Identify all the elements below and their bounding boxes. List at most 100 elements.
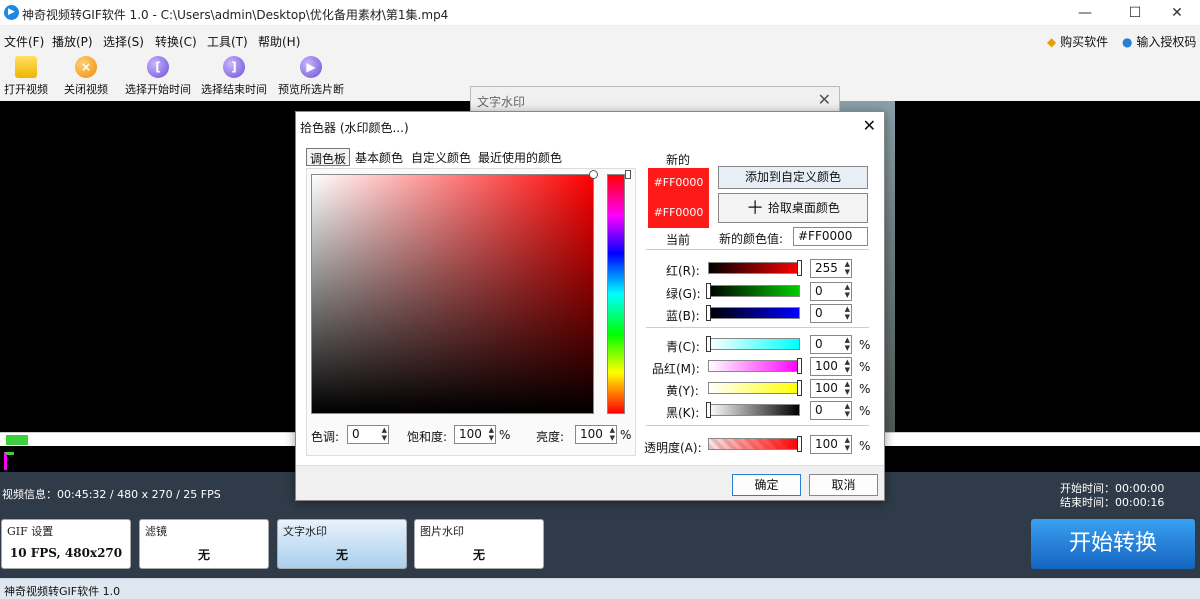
magenta-label: 品红(M): bbox=[652, 362, 700, 376]
menu-file[interactable]: 文件(F) bbox=[4, 33, 44, 50]
alpha-slider-thumb[interactable] bbox=[797, 436, 802, 452]
red-label: 红(R): bbox=[666, 264, 700, 278]
alpha-slider[interactable] bbox=[708, 436, 802, 452]
minimize-button[interactable]: — bbox=[1062, 0, 1108, 26]
blue-slider-thumb[interactable] bbox=[706, 305, 711, 321]
black-spinbox[interactable]: 0 ▲ ▼ bbox=[810, 401, 852, 420]
alpha-spinbox[interactable]: 100 ▲ ▼ bbox=[810, 435, 852, 454]
yellow-slider-thumb[interactable] bbox=[797, 380, 802, 396]
magenta-unit: % bbox=[859, 360, 871, 374]
menu-tools[interactable]: 工具(T) bbox=[207, 33, 248, 50]
red-slider[interactable] bbox=[708, 260, 802, 276]
window-title: 神奇视频转GIF软件 1.0 - C:\Users\admin\Desktop\… bbox=[22, 8, 449, 22]
magenta-spinbox[interactable]: 100 ▲ ▼ bbox=[810, 357, 852, 376]
current-color-swatch: #FF0000 bbox=[648, 198, 709, 228]
yellow-slider[interactable] bbox=[708, 380, 802, 396]
yellow-spinbox[interactable]: 100 ▲ ▼ bbox=[810, 379, 852, 398]
yellow-unit: % bbox=[859, 382, 871, 396]
divider bbox=[646, 327, 869, 328]
start-convert-button[interactable]: 开始转换 bbox=[1031, 519, 1195, 569]
hue-thumb[interactable] bbox=[625, 170, 631, 179]
text-watermark-card[interactable]: 文字水印 无 bbox=[277, 519, 407, 569]
hue-label: 色调: bbox=[311, 430, 340, 444]
tab-basic-colors[interactable]: 基本颜色 bbox=[352, 148, 406, 166]
saturation-brightness-square[interactable] bbox=[311, 170, 598, 414]
select-end-time-button[interactable]: ] 选择结束时间 bbox=[198, 56, 270, 97]
buy-software-link[interactable]: ◆ 购买软件 bbox=[1047, 33, 1108, 50]
menu-play[interactable]: 播放(P) bbox=[52, 33, 93, 50]
close-icon[interactable]: ✕ bbox=[818, 90, 831, 109]
select-start-time-button[interactable]: [ 选择开始时间 bbox=[122, 56, 194, 97]
selected-range bbox=[6, 435, 28, 445]
new-color-value-label: 新的颜色值: bbox=[719, 232, 784, 246]
pick-desktop-color-button[interactable]: ＋ 拾取桌面颜色 bbox=[718, 193, 868, 223]
saturation-unit: % bbox=[499, 428, 511, 442]
end-bracket-icon: ] bbox=[223, 56, 245, 78]
add-to-custom-colors-button[interactable]: 添加到自定义颜色 bbox=[718, 166, 868, 189]
blue-spinbox[interactable]: 0 ▲ ▼ bbox=[810, 304, 852, 323]
menu-convert[interactable]: 转换(C) bbox=[155, 33, 197, 50]
range-marker[interactable] bbox=[4, 452, 14, 470]
hue-strip[interactable] bbox=[607, 170, 631, 414]
divider bbox=[646, 425, 869, 426]
green-slider[interactable] bbox=[706, 283, 800, 299]
cyan-slider[interactable] bbox=[706, 336, 800, 352]
dialog-title: 拾色器 (水印颜色...) bbox=[300, 121, 409, 135]
close-video-button[interactable]: × 关闭视频 bbox=[50, 56, 122, 97]
alpha-unit: % bbox=[859, 439, 871, 453]
green-spinbox[interactable]: 0 ▲ ▼ bbox=[810, 282, 852, 301]
tab-custom-colors[interactable]: 自定义颜色 bbox=[408, 148, 474, 166]
blue-label: 蓝(B): bbox=[666, 309, 700, 323]
red-spinbox[interactable]: 255 ▲ ▼ bbox=[810, 259, 852, 278]
preview-selection-button[interactable]: ▶ 预览所选片断 bbox=[275, 56, 347, 97]
close-icon[interactable]: ✕ bbox=[863, 116, 876, 135]
magenta-slider[interactable] bbox=[708, 358, 802, 374]
black-slider-thumb[interactable] bbox=[706, 402, 711, 418]
cancel-button[interactable]: 取消 bbox=[809, 474, 878, 496]
enter-license-link[interactable]: ● 输入授权码 bbox=[1122, 33, 1196, 50]
play-icon: ▶ bbox=[300, 56, 322, 78]
crosshair-icon: ＋ bbox=[746, 198, 765, 219]
red-slider-thumb[interactable] bbox=[797, 260, 802, 276]
square-cursor[interactable] bbox=[589, 170, 598, 179]
cyan-slider-thumb[interactable] bbox=[706, 336, 711, 352]
gif-settings-card[interactable]: GIF 设置 10 FPS, 480x270 bbox=[1, 519, 131, 569]
brightness-unit: % bbox=[620, 428, 632, 442]
menu-help[interactable]: 帮助(H) bbox=[258, 33, 300, 50]
tab-palette[interactable]: 调色板 bbox=[306, 148, 351, 166]
black-slider[interactable] bbox=[706, 402, 800, 418]
hue-spinbox[interactable]: 0 ▲ ▼ bbox=[347, 425, 389, 444]
maximize-button[interactable]: ☐ bbox=[1112, 0, 1158, 26]
black-label: 黑(K): bbox=[666, 406, 700, 420]
user-icon: ● bbox=[1122, 35, 1133, 49]
blue-slider[interactable] bbox=[706, 305, 800, 321]
menu-select[interactable]: 选择(S) bbox=[103, 33, 144, 50]
diamond-icon: ◆ bbox=[1047, 35, 1057, 49]
saturation-spinbox[interactable]: 100 ▲ ▼ bbox=[454, 425, 496, 444]
color-picker-dialog: 拾色器 (水印颜色...) ✕ 调色板 基本颜色 自定义颜色 最近使用的颜色 色… bbox=[295, 111, 885, 501]
green-label: 绿(G): bbox=[666, 287, 701, 301]
brightness-label: 亮度: bbox=[536, 430, 565, 444]
black-unit: % bbox=[859, 404, 871, 418]
dialog-footer: 确定 取消 bbox=[296, 465, 884, 500]
tab-recent-colors[interactable]: 最近使用的颜色 bbox=[475, 148, 565, 166]
cyan-unit: % bbox=[859, 338, 871, 352]
ok-button[interactable]: 确定 bbox=[732, 474, 801, 496]
saturation-label: 饱和度: bbox=[407, 430, 448, 444]
menu-bar: 文件(F) 播放(P) 选择(S) 转换(C) 工具(T) 帮助(H) ◆ 购买… bbox=[0, 28, 1200, 52]
folder-icon bbox=[15, 56, 37, 78]
green-slider-thumb[interactable] bbox=[706, 283, 711, 299]
filter-card[interactable]: 滤镜 无 bbox=[139, 519, 269, 569]
new-color-value-input[interactable]: #FF0000 bbox=[793, 227, 868, 246]
cyan-spinbox[interactable]: 0 ▲ ▼ bbox=[810, 335, 852, 354]
brightness-spinbox[interactable]: 100 ▲ ▼ bbox=[575, 425, 617, 444]
close-button[interactable]: ✕ bbox=[1154, 0, 1200, 26]
current-color-label: 当前 bbox=[666, 233, 691, 247]
image-watermark-card[interactable]: 图片水印 无 bbox=[414, 519, 544, 569]
alpha-label: 透明度(A): bbox=[644, 441, 702, 455]
app-icon: ▶ bbox=[4, 5, 19, 20]
close-video-icon: × bbox=[75, 56, 97, 78]
magenta-slider-thumb[interactable] bbox=[797, 358, 802, 374]
end-time-text: 结束时间：00:00:16 bbox=[1060, 496, 1165, 509]
new-color-swatch: #FF0000 bbox=[648, 168, 709, 198]
